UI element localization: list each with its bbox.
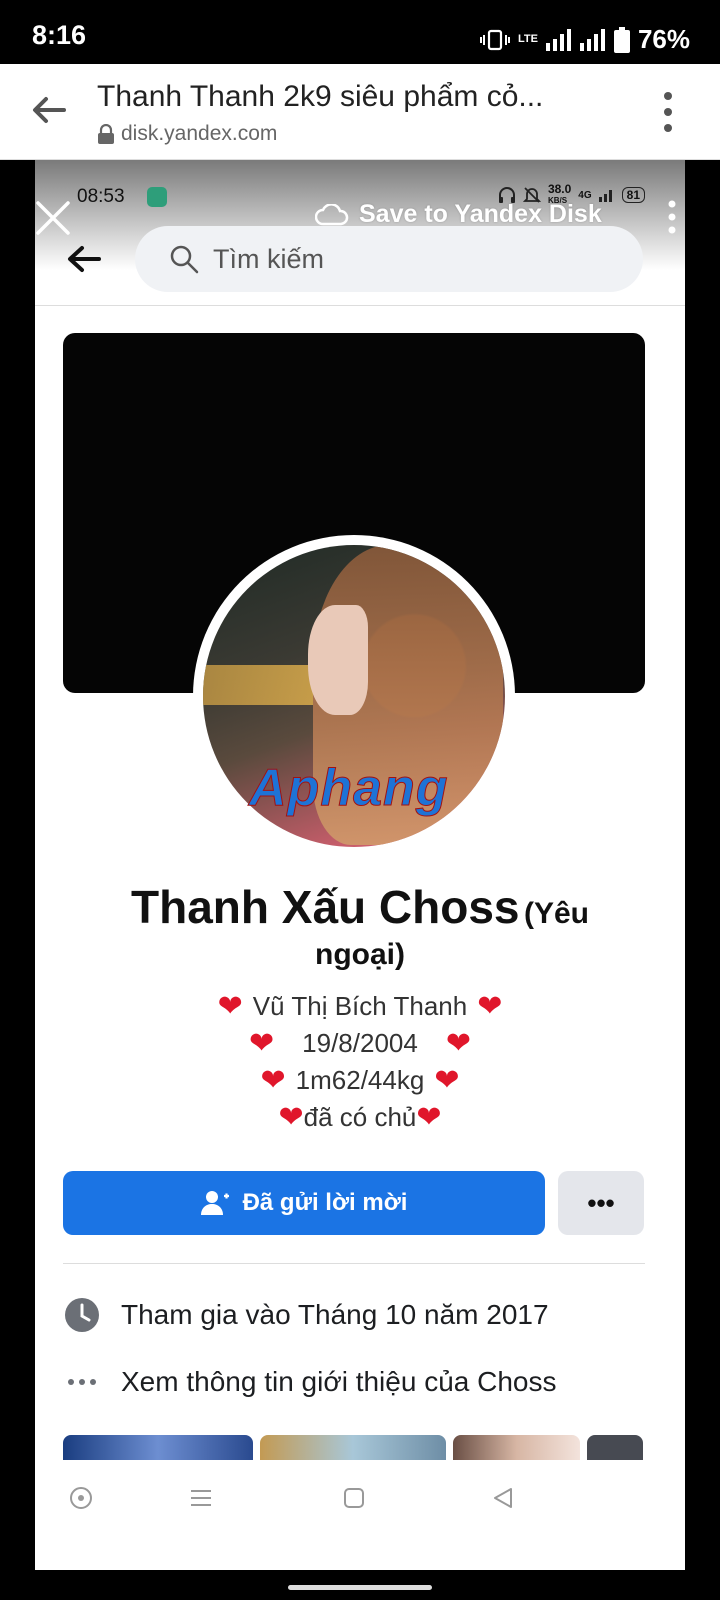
divider — [35, 305, 685, 306]
heart-icon: ❤ — [416, 1101, 442, 1134]
back-triangle-icon — [494, 1488, 512, 1508]
battery-icon — [613, 26, 630, 53]
bio-line: ❤ 19/8/2004 ❤ — [249, 1027, 471, 1060]
home-indicator[interactable] — [288, 1585, 432, 1590]
status-icons: LTE 76% — [479, 24, 690, 55]
about-info-link[interactable]: Xem thông tin giới thiệu của Choss — [63, 1363, 663, 1401]
page-title: Thanh Thanh 2k9 siêu phẩm cỏ... — [97, 80, 544, 113]
clock-icon — [63, 1296, 101, 1334]
recents-icon — [191, 1490, 211, 1506]
bio-line: ❤ Vũ Thị Bích Thanh ❤ — [217, 990, 503, 1023]
profile-name-main: Thanh Xấu Choss — [131, 881, 520, 933]
app-notification-icon — [147, 187, 167, 207]
fb-back-arrow-icon[interactable] — [67, 245, 101, 273]
close-icon[interactable] — [35, 200, 71, 236]
more-dots-icon: ••• — [587, 1187, 615, 1218]
more-dots-icon — [63, 1363, 101, 1401]
request-sent-button[interactable]: Đã gửi lời mời — [63, 1171, 545, 1235]
url-display[interactable]: disk.yandex.com — [97, 122, 277, 146]
assistant-icon — [70, 1487, 92, 1509]
browser-toolbar: Thanh Thanh 2k9 siêu phẩm cỏ... disk.yan… — [0, 64, 720, 160]
status-time: 8:16 — [32, 20, 87, 50]
watermark-text: Aphang — [249, 759, 449, 818]
signal-icon-2 — [579, 28, 605, 51]
status-bar: 8:16 LTE 76% — [0, 0, 720, 64]
vibrate-icon — [479, 29, 510, 50]
inner-battery: 81 — [621, 187, 645, 203]
heart-icon: ❤ — [477, 990, 503, 1023]
inner-nav-bar — [35, 1460, 685, 1540]
back-arrow-icon[interactable] — [28, 90, 68, 130]
more-options-button[interactable]: ••• — [558, 1171, 644, 1235]
bio-line: ❤ đã có chủ ❤ — [278, 1101, 442, 1134]
url-text: disk.yandex.com — [121, 122, 278, 145]
kebab-menu-icon[interactable] — [658, 90, 678, 134]
heart-icon: ❤ — [445, 1027, 471, 1060]
battery-percent: 76% — [637, 24, 690, 54]
inner-time: 08:53 — [77, 186, 125, 207]
joined-info: Tham gia vào Tháng 10 năm 2017 — [63, 1296, 663, 1334]
bio-line: ❤ 1m62/44kg ❤ — [260, 1064, 460, 1097]
heart-icon: ❤ — [434, 1064, 460, 1097]
net-type: 4G — [578, 189, 592, 201]
profile-name: Thanh Xấu Choss (Yêu — [35, 880, 685, 934]
search-input[interactable]: Tìm kiếm — [135, 226, 643, 292]
screenshot-image: 08:53 38.0 KB/S 4G 81 Save to Yandex Dis… — [35, 160, 685, 1570]
save-to-yandex-button[interactable]: Save to Yandex Disk — [315, 200, 602, 229]
profile-name-line2: ngoại) — [315, 938, 405, 971]
joined-text: Tham gia vào Tháng 10 năm 2017 — [121, 1299, 549, 1330]
about-text: Xem thông tin giới thiệu của Choss — [121, 1366, 557, 1397]
signal-icon — [545, 28, 571, 51]
save-label: Save to Yandex Disk — [359, 200, 602, 228]
add-friend-icon — [200, 1191, 229, 1215]
request-sent-label: Đã gửi lời mời — [242, 1189, 408, 1216]
lock-icon — [98, 124, 114, 144]
search-icon — [170, 245, 199, 274]
search-placeholder: Tìm kiếm — [213, 243, 324, 274]
profile-bio: ❤ Vũ Thị Bích Thanh ❤ ❤ 19/8/2004 ❤ ❤ 1m… — [35, 988, 685, 1136]
lte-label: LTE — [517, 33, 538, 45]
divider — [63, 1263, 645, 1264]
heart-icon: ❤ — [217, 990, 243, 1023]
profile-name-suffix: (Yêu — [523, 897, 589, 930]
heart-icon: ❤ — [249, 1027, 275, 1060]
viewer-menu-icon[interactable] — [667, 200, 677, 234]
heart-icon: ❤ — [260, 1064, 286, 1097]
cloud-icon — [315, 203, 349, 225]
home-icon — [344, 1488, 364, 1508]
heart-icon: ❤ — [278, 1101, 304, 1134]
